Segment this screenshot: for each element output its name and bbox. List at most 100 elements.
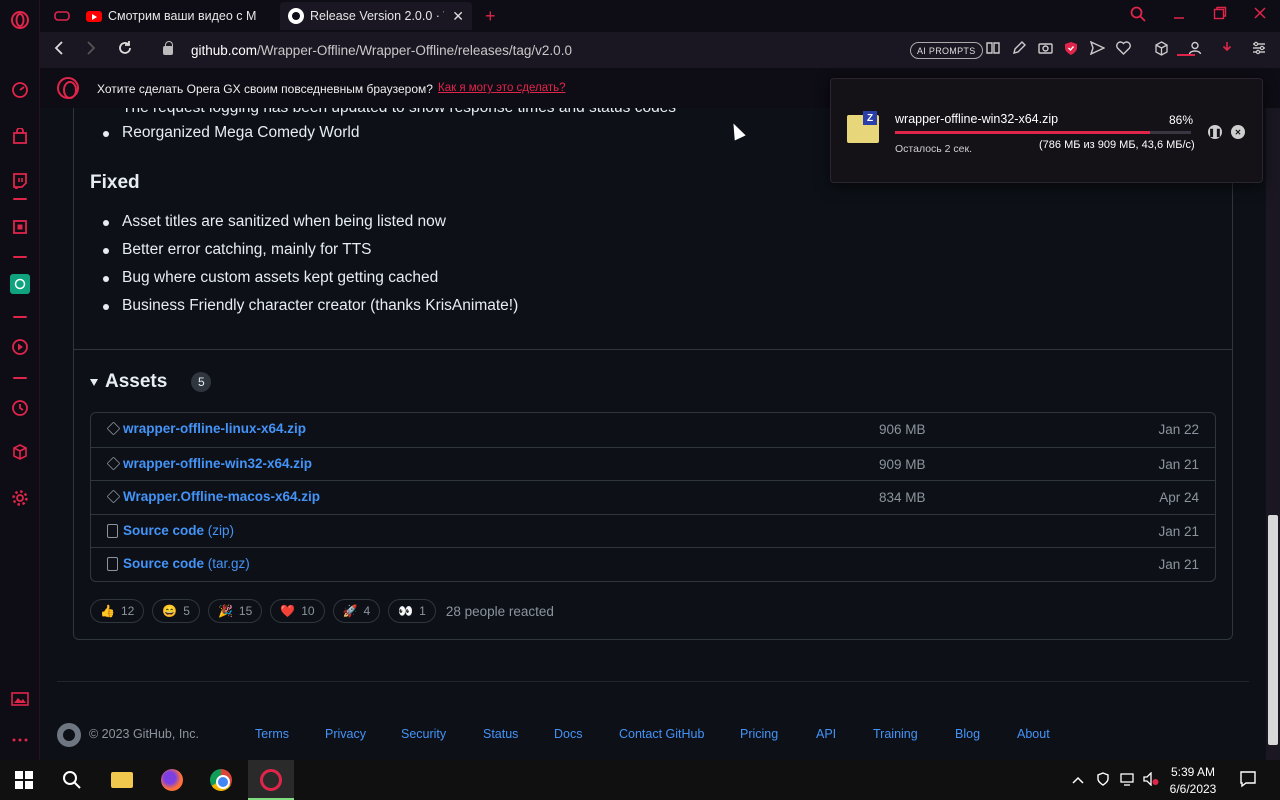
footer-link-terms[interactable]: Terms: [255, 727, 289, 741]
asset-link[interactable]: wrapper-offline-win32-x64.zip: [123, 456, 312, 471]
footer-link-about[interactable]: About: [1017, 727, 1050, 741]
file-zip-icon: [107, 557, 121, 572]
footer-link-status[interactable]: Status: [483, 727, 518, 741]
github-release-page: The request logging has been updated to …: [41, 108, 1266, 760]
edit-icon[interactable]: [1012, 41, 1026, 58]
tab-title: Смотрим ваши видео с M: [108, 9, 257, 23]
reactions-bar: 👍 12 😄 5 🎉 15 ❤️ 10 🚀 4 👀 1 28 people reacted: [90, 599, 554, 623]
downloads-icon[interactable]: [1220, 41, 1234, 58]
github-logo-icon[interactable]: [57, 723, 81, 747]
tab-bar: Смотрим ваши видео с M Release Version 2…: [40, 0, 1280, 32]
extensions-cube-icon[interactable]: [8, 440, 32, 464]
tab-github-release[interactable]: Release Version 2.0.0 · Wrap ✕: [280, 2, 472, 30]
footer-link-blog[interactable]: Blog: [955, 727, 980, 741]
fixed-heading: Fixed: [90, 172, 140, 193]
volume-muted-icon[interactable]: [1143, 771, 1159, 789]
adblock-shield-icon[interactable]: [1064, 41, 1078, 59]
footer-link-privacy[interactable]: Privacy: [325, 727, 366, 741]
file-explorer-icon[interactable]: [110, 768, 134, 792]
bookmark-heart-icon[interactable]: [1116, 41, 1131, 58]
chrome-icon[interactable]: [209, 768, 233, 792]
back-button[interactable]: [53, 40, 65, 61]
ai-prompts-button[interactable]: AI PROMPTS: [910, 42, 983, 59]
reaction-rocket[interactable]: 🚀 4: [332, 599, 381, 623]
new-tab-button[interactable]: +: [477, 2, 504, 30]
shopping-bag-icon[interactable]: [8, 124, 32, 148]
reaction-heart[interactable]: ❤️ 10: [270, 599, 325, 623]
history-icon[interactable]: [8, 396, 32, 420]
snapshot-camera-icon[interactable]: [1038, 41, 1053, 57]
thumbs-up-icon: 👍: [100, 604, 115, 618]
more-options-icon[interactable]: [8, 728, 32, 752]
reaction-laugh[interactable]: 😄 5: [152, 599, 200, 623]
speed-dial-icon[interactable]: [8, 78, 32, 102]
forward-button[interactable]: [85, 40, 97, 61]
footer-link-security[interactable]: Security: [401, 727, 446, 741]
windows-start-icon[interactable]: [12, 768, 36, 792]
reload-button[interactable]: [117, 40, 133, 61]
fixed-item: Bug where custom assets kept getting cac…: [102, 269, 439, 286]
sidebar-separator: [13, 256, 27, 258]
security-shield-icon[interactable]: [1096, 772, 1110, 789]
close-tab-icon[interactable]: ✕: [452, 8, 464, 25]
opera-menu-icon[interactable]: [8, 8, 32, 32]
system-clock[interactable]: 5:39 AM 6/6/2023: [1158, 764, 1228, 798]
search-icon[interactable]: [60, 768, 84, 792]
asset-link[interactable]: Source code (zip): [123, 523, 234, 538]
player-icon[interactable]: [8, 335, 32, 359]
triangle-down-icon: [90, 378, 98, 386]
eyes-icon: 👀: [398, 604, 414, 618]
close-window-button[interactable]: [1253, 6, 1267, 25]
fixed-item: Business Friendly character creator (tha…: [102, 297, 519, 314]
assets-title: Assets: [105, 371, 168, 392]
footer-link-contact[interactable]: Contact GitHub: [619, 727, 704, 741]
easy-setup-icon[interactable]: [1252, 41, 1266, 58]
asset-row: Source code (zip) Jan 21: [91, 513, 1215, 548]
settings-gear-icon[interactable]: [8, 486, 32, 510]
footer-link-training[interactable]: Training: [873, 727, 918, 741]
reaction-hooray[interactable]: 🎉 15: [207, 599, 263, 623]
release-note-item: Reorganized Mega Comedy World: [103, 124, 360, 141]
opera-gx-icon: [260, 769, 282, 791]
footer-link-pricing[interactable]: Pricing: [740, 727, 778, 741]
url-field[interactable]: github.com/Wrapper-Offline/Wrapper-Offli…: [145, 36, 925, 64]
footer-link-docs[interactable]: Docs: [554, 727, 582, 741]
wallpaper-icon[interactable]: [8, 687, 32, 711]
twitch-icon[interactable]: [8, 169, 32, 193]
footer-copyright: © 2023 GitHub, Inc.: [89, 727, 199, 741]
tab-youtube[interactable]: Смотрим ваши видео с M: [78, 2, 276, 30]
asset-link[interactable]: Source code (tar.gz): [123, 556, 250, 571]
clock-date: 6/6/2023: [1169, 782, 1217, 796]
game-controller-icon[interactable]: [50, 4, 74, 28]
chatgpt-icon[interactable]: [10, 274, 30, 294]
notifications-icon[interactable]: [1239, 770, 1257, 791]
gx-control-icon[interactable]: [8, 215, 32, 239]
send-icon[interactable]: [1089, 40, 1106, 58]
release-note-item: The request logging has been updated to …: [122, 108, 676, 117]
cancel-download-icon[interactable]: ✕: [1231, 125, 1245, 139]
scrollbar-thumb[interactable]: [1268, 515, 1278, 745]
url-path: /Wrapper-Offline/Wrapper-Offline/release…: [257, 42, 572, 58]
reaction-eyes[interactable]: 👀 1: [388, 599, 436, 623]
assets-toggle[interactable]: Assets 5: [90, 371, 212, 393]
extensions-icon[interactable]: [1154, 41, 1169, 59]
asset-row: Wrapper.Offline-macos-x64.zip 834 MB Apr…: [91, 480, 1215, 514]
search-tabs-icon[interactable]: [1130, 6, 1146, 27]
network-icon[interactable]: [1120, 772, 1134, 789]
reader-mode-icon[interactable]: [986, 41, 1000, 58]
restore-button[interactable]: [1213, 6, 1227, 25]
firefox-icon[interactable]: [160, 768, 184, 792]
minimize-button[interactable]: [1172, 6, 1186, 25]
show-hidden-icons-icon[interactable]: [1072, 772, 1084, 787]
asset-link[interactable]: Wrapper.Offline-macos-x64.zip: [123, 489, 320, 504]
footer-link-api[interactable]: API: [816, 727, 836, 741]
pause-download-icon[interactable]: ❚❚: [1208, 125, 1222, 139]
heart-icon: ❤️: [280, 604, 296, 618]
asset-link[interactable]: wrapper-offline-linux-x64.zip: [123, 421, 306, 436]
banner-link[interactable]: Как я могу это сделать?: [438, 82, 566, 94]
party-popper-icon: 🎉: [217, 604, 233, 618]
opera-gx-taskbar-button[interactable]: [248, 760, 294, 800]
clock-time: 5:39 AM: [1170, 765, 1216, 779]
reaction-thumbs-up[interactable]: 👍 12: [90, 599, 145, 623]
download-filename[interactable]: wrapper-offline-win32-x64.zip: [895, 112, 1058, 126]
